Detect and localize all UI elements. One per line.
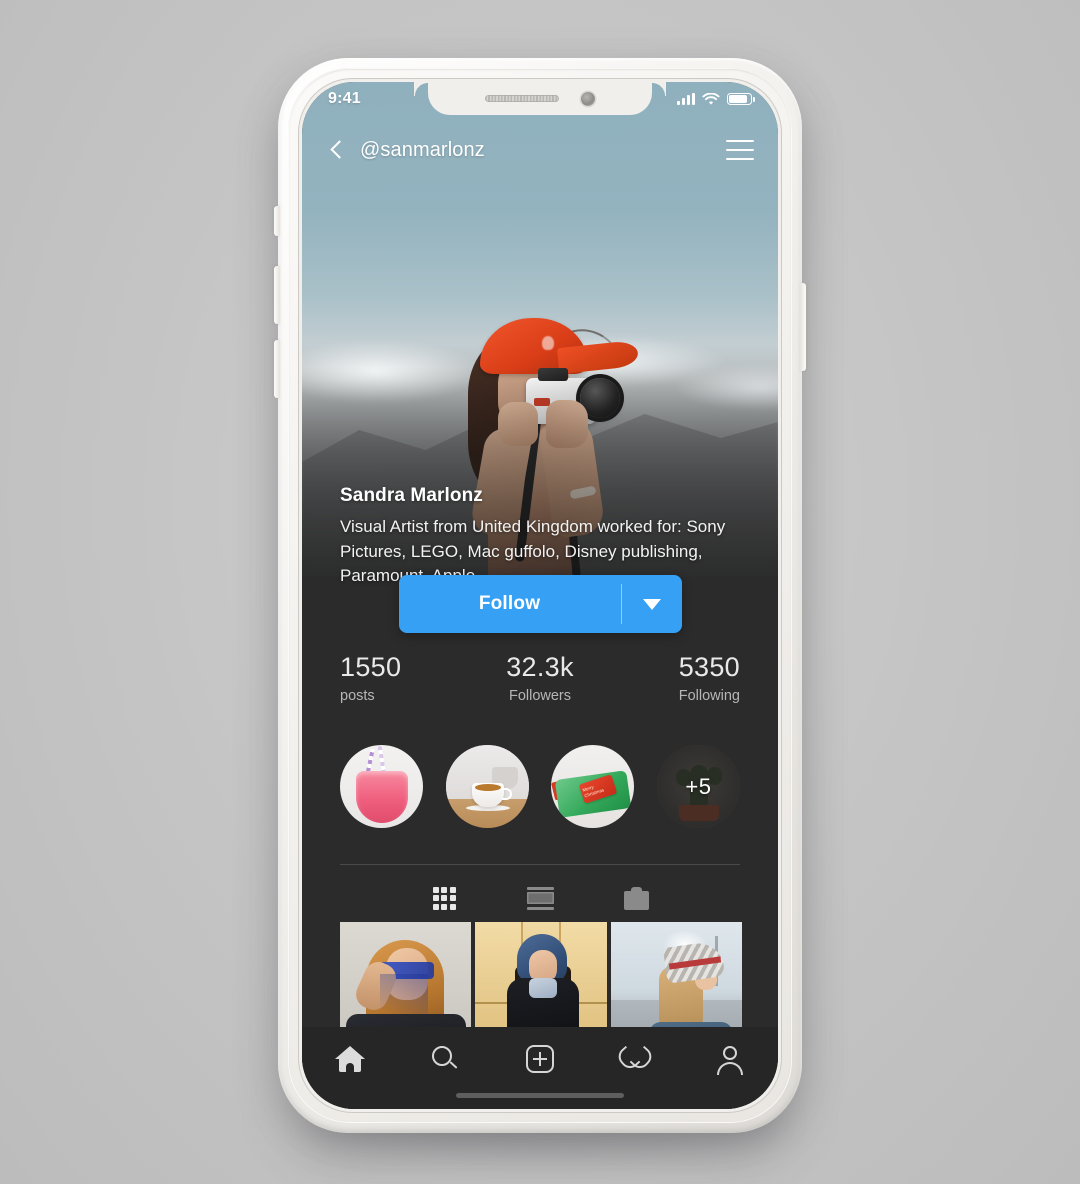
hamburger-menu-icon[interactable] [726,140,754,160]
stat-label: posts [340,688,375,704]
power-button[interactable] [800,283,806,371]
top-navigation-bar: @sanmarlonz [302,124,778,176]
back-chevron-icon[interactable] [326,139,348,161]
stat-posts[interactable]: 1550 posts [340,652,473,704]
stat-followers[interactable]: 32.3k Followers [473,652,606,704]
story-more[interactable]: +5 [656,745,740,828]
search-icon [431,1045,459,1073]
stat-value: 1550 [340,652,402,682]
nav-add-post[interactable] [492,1039,587,1079]
story-gift[interactable]: Merry Christmas [551,745,635,828]
smoothie-glass [356,771,408,823]
tab-feed-view[interactable] [522,880,558,916]
status-bar: 9:41 [302,82,778,116]
volume-down-button[interactable] [274,340,280,398]
cup-handle [501,788,512,800]
add-post-icon [526,1045,554,1073]
heart-activity-icon [614,1045,656,1073]
tab-grid-view[interactable] [426,880,462,916]
profile-stats: 1550 posts 32.3k Followers 5350 Followin… [302,652,778,704]
display-name: Sandra Marlonz [340,485,483,506]
profile-handle: @sanmarlonz [360,138,485,161]
follow-button-row: Follow [302,575,778,633]
story-smoothie[interactable] [340,745,423,828]
grid-view-icon [432,886,456,910]
stat-label: Following [678,688,740,704]
view-mode-tabs [302,880,778,916]
subject-scarf [529,978,558,998]
home-indicator[interactable] [456,1093,624,1098]
home-icon [334,1046,365,1072]
nav-activity[interactable] [588,1039,683,1079]
signal-bars-icon [677,93,695,105]
follow-button[interactable]: Follow [398,575,682,633]
status-time: 9:41 [328,90,361,107]
coffee-liquid [474,784,501,791]
stat-label: Followers [508,688,572,704]
wifi-icon [702,92,720,105]
story-highlights: Merry Christmas +5 [302,745,778,828]
volume-up-button[interactable] [274,266,280,324]
phone-mockup-frame: 9:41 @sanmarlonz Sandra Marlonz Visual A… [274,58,806,1133]
profile-text-block: Sandra Marlonz Visual Artist from United… [302,485,778,589]
mute-switch[interactable] [274,206,280,236]
tab-tagged-view[interactable] [618,880,654,916]
nav-search[interactable] [397,1039,492,1079]
stat-following[interactable]: 5350 Following [607,652,740,704]
section-divider [340,864,740,865]
chevron-down-icon[interactable] [622,575,682,633]
status-icons-group [677,92,755,106]
profile-person-icon [716,1045,744,1075]
subject-cap-logo [542,336,554,350]
feed-view-icon [526,887,554,910]
nav-home[interactable] [302,1039,397,1079]
story-coffee[interactable] [445,745,529,828]
tagged-view-icon [623,886,649,910]
follow-button-label[interactable]: Follow [399,575,621,633]
nav-profile[interactable] [683,1039,778,1079]
stat-value: 5350 [678,652,740,682]
more-stories-count: +5 [685,773,712,799]
phone-screen: 9:41 @sanmarlonz Sandra Marlonz Visual A… [302,82,778,1109]
battery-icon [727,93,755,105]
stat-value: 32.3k [506,652,574,682]
